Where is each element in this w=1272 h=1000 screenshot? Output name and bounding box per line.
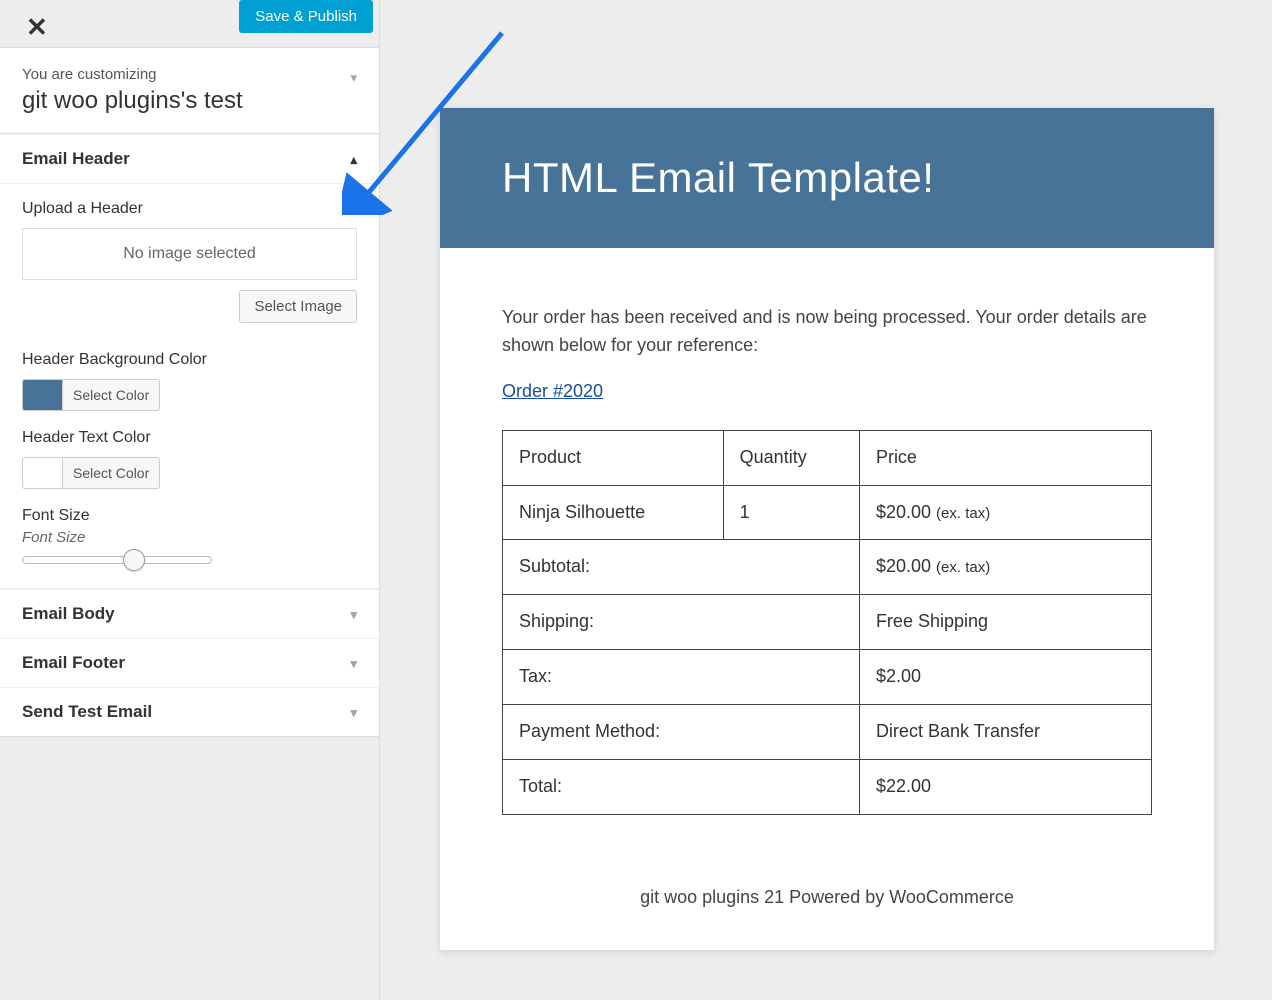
select-image-button[interactable]: Select Image <box>239 290 357 323</box>
header-text-color-label: Header Text Color <box>22 429 357 447</box>
shipping-value: Free Shipping <box>859 595 1151 650</box>
total-label: Total: <box>503 760 860 815</box>
table-row: Product Quantity Price <box>503 430 1152 485</box>
table-row: Payment Method: Direct Bank Transfer <box>503 705 1152 760</box>
cell-product: Ninja Silhouette <box>503 485 724 540</box>
table-row: Subtotal: $20.00 (ex. tax) <box>503 540 1152 595</box>
shipping-label: Shipping: <box>503 595 860 650</box>
table-row: Ninja Silhouette 1 $20.00 (ex. tax) <box>503 485 1152 540</box>
font-size-hint: Font Size <box>22 529 357 546</box>
col-price: Price <box>859 430 1151 485</box>
context-label: You are customizing <box>22 66 357 83</box>
email-header-title: HTML Email Template! <box>502 154 1152 202</box>
chevron-down-icon[interactable]: ▾ <box>350 70 357 86</box>
close-icon[interactable]: ✕ <box>12 6 62 48</box>
total-value: $22.00 <box>859 760 1151 815</box>
chevron-up-icon <box>350 149 357 169</box>
payment-label: Payment Method: <box>503 705 860 760</box>
subtotal-label: Subtotal: <box>503 540 860 595</box>
section-email-header-body: Upload a Header No image selected Select… <box>0 184 379 589</box>
email-preview: HTML Email Template! Your order has been… <box>440 108 1214 950</box>
section-email-body[interactable]: Email Body <box>0 589 379 638</box>
context-title: git woo plugins's test <box>22 87 357 115</box>
email-intro-text: Your order has been received and is now … <box>502 304 1152 360</box>
section-title: Send Test Email <box>22 702 152 722</box>
header-bg-color-row: Select Color <box>22 379 357 411</box>
order-link[interactable]: Order #2020 <box>502 378 603 406</box>
header-text-color-row: Select Color <box>22 457 357 489</box>
table-row: Shipping: Free Shipping <box>503 595 1152 650</box>
font-size-label: Font Size <box>22 507 357 525</box>
email-header: HTML Email Template! <box>440 108 1214 248</box>
customizer-topbar: ✕ Save & Publish <box>0 0 379 48</box>
chevron-down-icon <box>350 702 357 722</box>
customizer-sidebar: ✕ Save & Publish You are customizing git… <box>0 0 380 1000</box>
image-picker[interactable]: No image selected <box>22 228 357 280</box>
tax-label: Tax: <box>503 650 860 705</box>
col-quantity: Quantity <box>723 430 859 485</box>
select-bg-color-button[interactable]: Select Color <box>62 379 160 411</box>
section-email-header[interactable]: Email Header <box>0 134 379 184</box>
section-title: Email Footer <box>22 653 125 673</box>
font-size-slider[interactable] <box>22 556 212 564</box>
table-row: Total: $22.00 <box>503 760 1152 815</box>
col-product: Product <box>503 430 724 485</box>
save-publish-button[interactable]: Save & Publish <box>239 0 373 33</box>
header-bg-swatch[interactable] <box>22 379 62 411</box>
header-bg-label: Header Background Color <box>22 351 357 369</box>
cell-quantity: 1 <box>723 485 859 540</box>
chevron-down-icon <box>350 604 357 624</box>
cell-price: $20.00 (ex. tax) <box>859 485 1151 540</box>
subtotal-value: $20.00 (ex. tax) <box>859 540 1151 595</box>
header-text-swatch[interactable] <box>22 457 62 489</box>
table-row: Tax: $2.00 <box>503 650 1152 705</box>
email-footer-text: git woo plugins 21 Powered by WooCommerc… <box>440 855 1214 950</box>
email-body: Your order has been received and is now … <box>440 248 1214 855</box>
section-email-footer[interactable]: Email Footer <box>0 638 379 687</box>
upload-header-label: Upload a Header <box>22 200 357 218</box>
section-title: Email Body <box>22 604 115 624</box>
chevron-down-icon <box>350 653 357 673</box>
slider-thumb[interactable] <box>123 549 145 571</box>
section-title: Email Header <box>22 149 130 169</box>
section-send-test[interactable]: Send Test Email <box>0 687 379 737</box>
context-block: You are customizing git woo plugins's te… <box>0 48 379 134</box>
order-table: Product Quantity Price Ninja Silhouette … <box>502 430 1152 815</box>
tax-value: $2.00 <box>859 650 1151 705</box>
payment-value: Direct Bank Transfer <box>859 705 1151 760</box>
select-text-color-button[interactable]: Select Color <box>62 457 160 489</box>
